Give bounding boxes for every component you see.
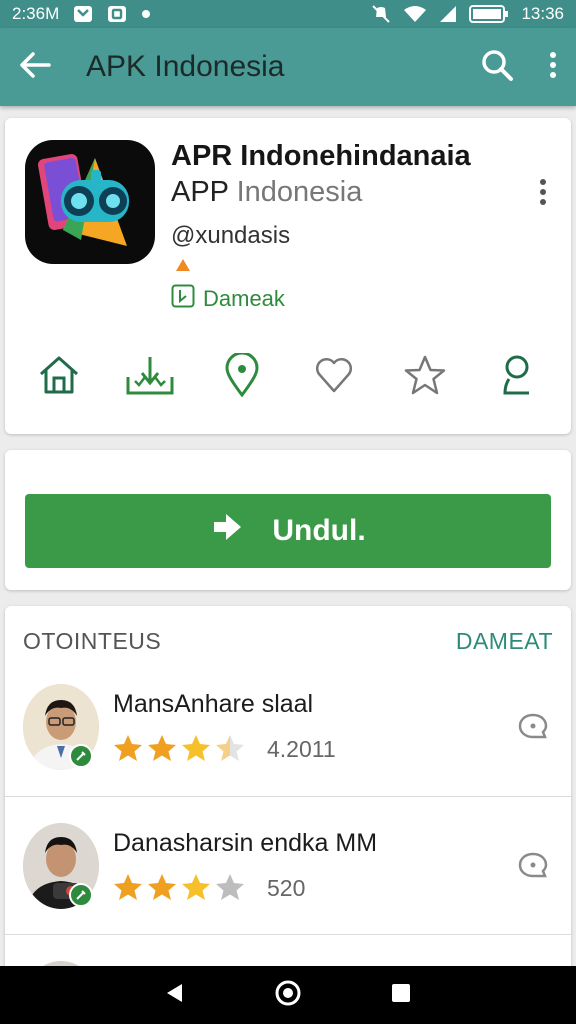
review-score: 520 (267, 875, 306, 901)
app-overflow-icon[interactable] (539, 178, 547, 211)
review-item[interactable]: Danasharsin endka MM 520 (5, 796, 571, 934)
wifi-icon (403, 5, 427, 23)
download-tray-icon[interactable] (125, 350, 175, 400)
badge-label: Dameak (203, 286, 285, 311)
signal-icon (439, 5, 457, 23)
verified-badge-icon (69, 883, 93, 907)
checkbox-icon (171, 284, 195, 314)
review-score: 4.2011 (267, 736, 336, 762)
comment-icon[interactable] (517, 851, 549, 884)
download-label: Undul. (272, 514, 366, 547)
app-icon[interactable] (25, 140, 155, 264)
mute-icon (371, 4, 391, 24)
arrow-right-icon (210, 510, 244, 552)
app-name: APR Indonehindanaia (171, 140, 471, 172)
star-rating (113, 734, 245, 767)
star-outline-icon[interactable] (400, 350, 450, 400)
home-icon[interactable] (34, 350, 84, 400)
star-full-icon (181, 873, 211, 906)
reviewer-name: MansAnhare slaal (113, 690, 314, 718)
person-icon[interactable] (492, 350, 542, 400)
star-full-icon (181, 734, 211, 767)
download-button[interactable]: Undul. (25, 494, 551, 568)
notification-icon (73, 5, 93, 23)
app-bar-title: APK Indonesia (86, 50, 285, 83)
review-item[interactable]: MansAnhare slaal 4.2011 (5, 658, 571, 796)
developer-name[interactable]: @xundasis (171, 222, 290, 250)
home-button-icon[interactable] (274, 979, 302, 1012)
reviews-section-label: OTOINTEUS (23, 628, 162, 654)
star-empty-icon (215, 873, 245, 906)
star-half-icon (215, 734, 245, 767)
flag-icon (175, 258, 191, 277)
reviews-card: OTOINTEUS DAMEAT MansAnhare slaal 4.2011… (5, 606, 571, 1024)
comment-icon[interactable] (517, 712, 549, 745)
app-subtitle-dark: APP (171, 176, 229, 208)
back-arrow-icon[interactable] (18, 50, 52, 85)
star-full-icon (113, 873, 143, 906)
heart-icon[interactable] (309, 350, 359, 400)
app-bar: APK Indonesia (0, 28, 576, 106)
verified-badge: Dameak (171, 284, 285, 314)
dot-icon (141, 9, 151, 19)
reviews-action-link[interactable]: DAMEAT (456, 628, 553, 655)
battery-icon (469, 4, 509, 24)
search-icon[interactable] (480, 48, 514, 87)
status-time-right: 13:36 (521, 4, 564, 23)
star-full-icon (147, 734, 177, 767)
recents-icon[interactable] (389, 981, 413, 1010)
star-full-icon (147, 873, 177, 906)
app-notification-icon (107, 5, 127, 23)
overflow-menu-icon[interactable] (548, 51, 558, 84)
status-bar: 2:36M 13:36 (0, 0, 576, 28)
download-card: Undul. (5, 450, 571, 590)
star-full-icon (113, 734, 143, 767)
app-subtitle: APP Indonesia (171, 176, 362, 209)
system-nav-bar (0, 966, 576, 1024)
reviews-header: OTOINTEUS DAMEAT (23, 628, 553, 655)
app-subtitle-light: Indonesia (236, 176, 363, 208)
reviewer-name: Danasharsin endka MM (113, 829, 378, 857)
location-pin-icon[interactable] (217, 350, 267, 400)
back-icon[interactable] (163, 981, 187, 1010)
app-info-card: APR Indonehindanaia APP Indonesia @xunda… (5, 118, 571, 434)
status-time-left: 2:36M (12, 4, 60, 23)
verified-badge-icon (69, 744, 93, 768)
star-rating (113, 873, 245, 906)
app-action-row (5, 350, 571, 400)
